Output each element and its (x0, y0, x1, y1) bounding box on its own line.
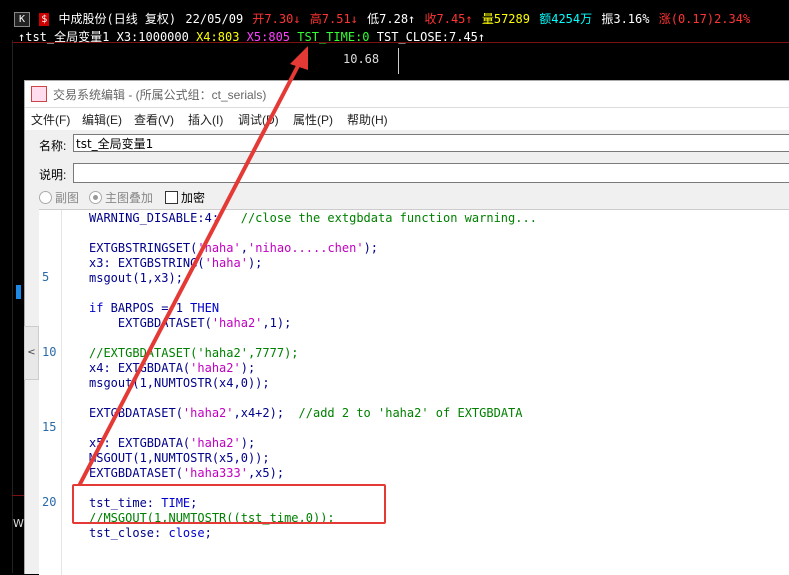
description-label: 说明: (39, 168, 67, 182)
name-input[interactable]: tst_全局变量1 (73, 134, 789, 152)
w-label: W (13, 517, 24, 530)
main-overlay-option[interactable]: 主图叠加 (89, 189, 153, 206)
code-line[interactable]: x3: EXTGBSTRING('haha'); (89, 256, 262, 271)
code-line[interactable]: EXTGBSTRINGSET('haha','nihao.....chen'); (89, 241, 378, 256)
menu-view[interactable]: 查看(V) (134, 111, 174, 128)
indicator-tst-close: TST_CLOSE:7.45↑ (376, 30, 486, 44)
code-line[interactable]: msgout(1,NUMTOSTR(x4,0)); (89, 376, 270, 391)
code-line[interactable]: if BARPOS = 1 THEN (89, 301, 219, 316)
radio-selected-icon (89, 191, 102, 204)
quote-volume: 量57289 (481, 12, 530, 26)
dialog-title: 交易系统编辑 - (所属公式组：ct_serials) (53, 88, 267, 102)
quote-date: 22/05/09 (185, 12, 244, 26)
dialog-titlebar[interactable]: 交易系统编辑 - (所属公式组：ct_serials) (25, 81, 789, 108)
menu-properties[interactable]: 属性(P) (293, 111, 333, 128)
code-comment: //add 2 to 'haha2' of EXTGBDATA (298, 406, 523, 420)
menu-bar: 文件(F) 编辑(E) 查看(V) 插入(I) 调试(D) 属性(P) 帮助(H… (25, 108, 789, 130)
code-line[interactable]: msgout(1,x3); (89, 271, 183, 286)
menu-edit[interactable]: 编辑(E) (82, 111, 122, 128)
quote-close: 收7.45↑ (424, 12, 473, 26)
encrypt-option[interactable]: 加密 (165, 189, 205, 206)
quote-low: 低7.28↑ (367, 12, 416, 26)
code-line[interactable]: WARNING_DISABLE:4; //close the extgbdata… (89, 211, 537, 226)
code-comment: //close the extgbdata function warning..… (240, 211, 537, 225)
blue-marker (16, 285, 21, 299)
indicator-name[interactable]: ↑tst_全局变量1 (18, 30, 109, 44)
code-line[interactable]: EXTGBDATASET('haha2',x4+2); //add 2 to '… (89, 406, 523, 421)
quote-open: 开7.30↓ (252, 12, 301, 26)
line-number: 20 (42, 495, 57, 509)
quote-high: 高7.51↓ (309, 12, 358, 26)
indicator-tst-time: TST_TIME:0 (297, 30, 370, 44)
quote-amount: 额4254万 (539, 12, 593, 26)
code-line[interactable]: x5: EXTGBDATA('haha2'); (89, 436, 255, 451)
menu-insert[interactable]: 插入(I) (188, 111, 223, 128)
name-label: 名称: (39, 139, 67, 153)
dollar-icon[interactable]: $ (39, 13, 50, 26)
k-line-button[interactable]: K (14, 12, 30, 27)
code-line[interactable]: x4: EXTGBDATA('haha2'); (89, 361, 255, 376)
menu-file[interactable]: 文件(F) (31, 111, 70, 128)
quote-amplitude: 振3.16% (601, 12, 650, 26)
line-number: 15 (42, 420, 57, 434)
annotation-highlight-box (72, 484, 386, 524)
indicator-x5: X5:805 (246, 30, 291, 44)
left-axis-strip (0, 40, 13, 573)
sub-chart-option[interactable]: 副图 (39, 189, 79, 206)
price-tick (398, 48, 399, 74)
code-line[interactable]: tst_close: close; (89, 526, 212, 541)
line-number: 10 (42, 345, 57, 359)
menu-debug[interactable]: 调试(D) (238, 111, 279, 128)
line-number-gutter: 5 10 15 20 (39, 210, 62, 575)
menu-help[interactable]: 帮助(H) (347, 111, 388, 128)
stock-name: 中成股份(日线 复权) (58, 12, 177, 26)
code-line[interactable]: MSGOUT(1,NUMTOSTR(x5,0)); (89, 451, 270, 466)
collapse-panel-button[interactable]: < (24, 326, 39, 380)
checkbox-icon (165, 191, 178, 204)
indicator-line: ↑tst_全局变量1 X3:1000000 X4:803 X5:805 TST_… (18, 28, 485, 46)
description-input[interactable] (73, 163, 789, 183)
encrypt-label: 加密 (181, 191, 206, 205)
line-number: 5 (42, 270, 50, 284)
app-icon (31, 86, 47, 102)
quote-line: K $ 中成股份(日线 复权) 22/05/09 开7.30↓ 高7.51↓ 低… (14, 10, 752, 28)
code-comment: //EXTGBDATASET('haha2',7777); (89, 346, 299, 360)
sub-chart-label: 副图 (55, 191, 80, 205)
radio-icon (39, 191, 52, 204)
code-line[interactable]: //EXTGBDATASET('haha2',7777); (89, 346, 299, 361)
indicator-x3: X3:1000000 (116, 30, 189, 44)
code-line[interactable]: EXTGBDATASET('haha2',1); (89, 316, 291, 331)
code-line[interactable]: EXTGBDATASET('haha333',x5); (89, 466, 284, 481)
main-overlay-label: 主图叠加 (105, 191, 154, 205)
price-label: 10.68 (343, 52, 380, 66)
indicator-x4: X4:803 (196, 30, 240, 44)
quote-change: 涨(0.17)2.34% (658, 12, 751, 26)
